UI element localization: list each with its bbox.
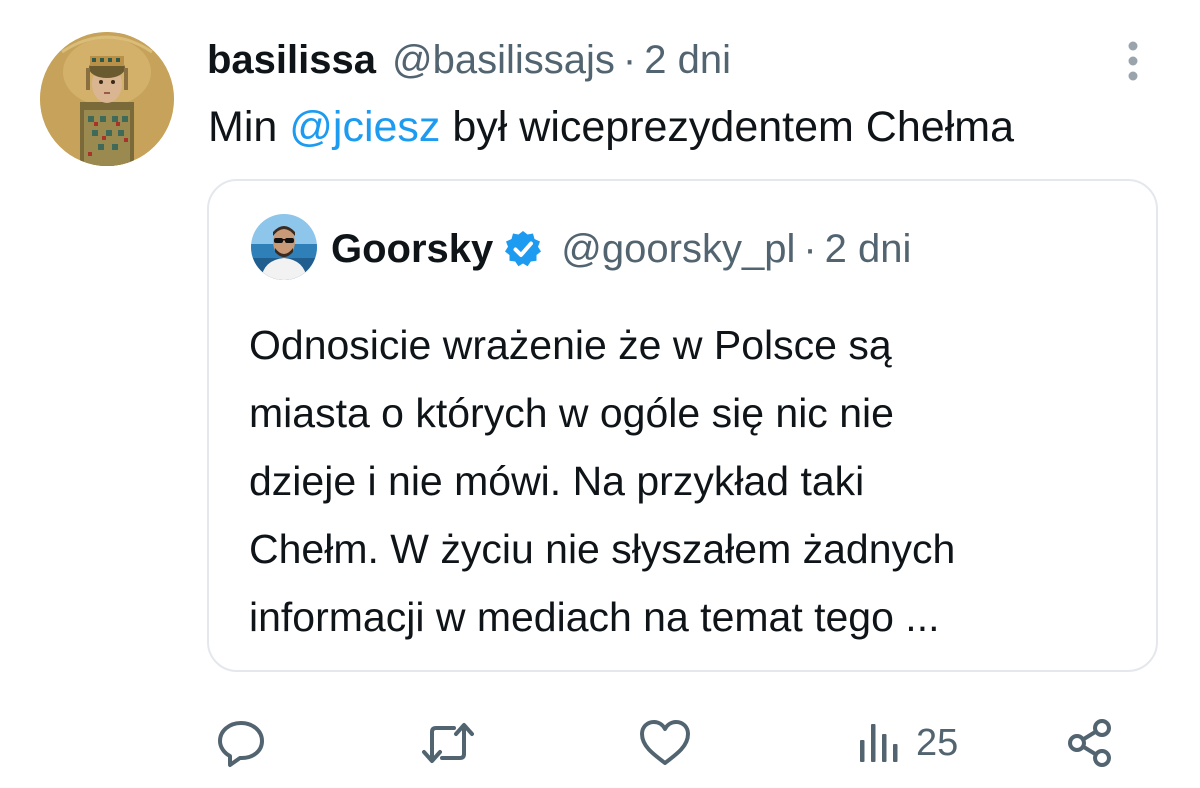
quoted-text-line: dzieje i nie mówi. Na przykład taki <box>249 458 865 504</box>
quoted-post-timestamp[interactable]: 2 dni <box>825 227 912 272</box>
share-icon <box>1068 719 1111 767</box>
post-header: basilissa @basilissajs · 2 dni <box>207 30 731 90</box>
action-bar: 25 <box>0 708 1200 778</box>
quoted-text-line: miasta o których w ogóle się nic nie <box>249 390 894 436</box>
post-timestamp[interactable]: 2 dni <box>644 30 731 90</box>
post-text-after: był wiceprezydentem Chełma <box>440 103 1014 151</box>
author-handle[interactable]: @basilissajs <box>392 30 615 90</box>
quoted-post-text: Odnosicie wrażenie że w Polsce są miasta… <box>249 311 955 651</box>
header-separator: · <box>622 38 637 82</box>
heart-icon <box>640 720 690 765</box>
mosaic-empress-avatar-icon <box>40 32 174 166</box>
post-text: Min @jciesz był wiceprezydentem Chełma <box>208 96 1014 158</box>
author-avatar[interactable] <box>40 32 174 166</box>
more-options-button[interactable] <box>1116 38 1150 84</box>
post-text-before: Min <box>208 103 290 151</box>
views-button[interactable]: 25 <box>856 716 958 770</box>
share-button[interactable] <box>1064 716 1116 770</box>
mention-link[interactable]: @jciesz <box>289 103 440 151</box>
man-with-sunglasses-avatar-icon <box>251 214 317 280</box>
quoted-author-display-name[interactable]: Goorsky <box>331 227 493 272</box>
repost-button[interactable] <box>418 716 478 770</box>
views-count: 25 <box>916 721 959 764</box>
post[interactable]: basilissa @basilissajs · 2 dni Min @jcie… <box>0 0 1200 788</box>
quoted-header-separator: · <box>803 226 817 271</box>
quoted-text-line: informacji w mediach na temat tego ... <box>249 594 940 640</box>
verified-badge-icon <box>505 231 542 267</box>
vertical-ellipsis-icon <box>1128 41 1138 81</box>
quoted-post-header: Goorsky @goorsky_pl · 2 dni <box>331 219 911 279</box>
quoted-author-avatar[interactable] <box>251 214 317 280</box>
quoted-author-handle[interactable]: @goorsky_pl <box>561 227 795 272</box>
reply-icon <box>218 721 264 767</box>
author-display-name[interactable]: basilissa <box>207 30 376 90</box>
quoted-text-line: Odnosicie wrażenie że w Polsce są <box>249 322 892 368</box>
like-button[interactable] <box>636 716 694 770</box>
reply-button[interactable] <box>214 716 268 770</box>
views-chart-icon <box>860 724 898 762</box>
quoted-text-line: Chełm. W życiu nie słyszałem żadnych <box>249 526 956 572</box>
quoted-post[interactable]: Goorsky @goorsky_pl · 2 dni Odnosicie wr… <box>207 179 1158 672</box>
repost-icon <box>422 723 474 763</box>
